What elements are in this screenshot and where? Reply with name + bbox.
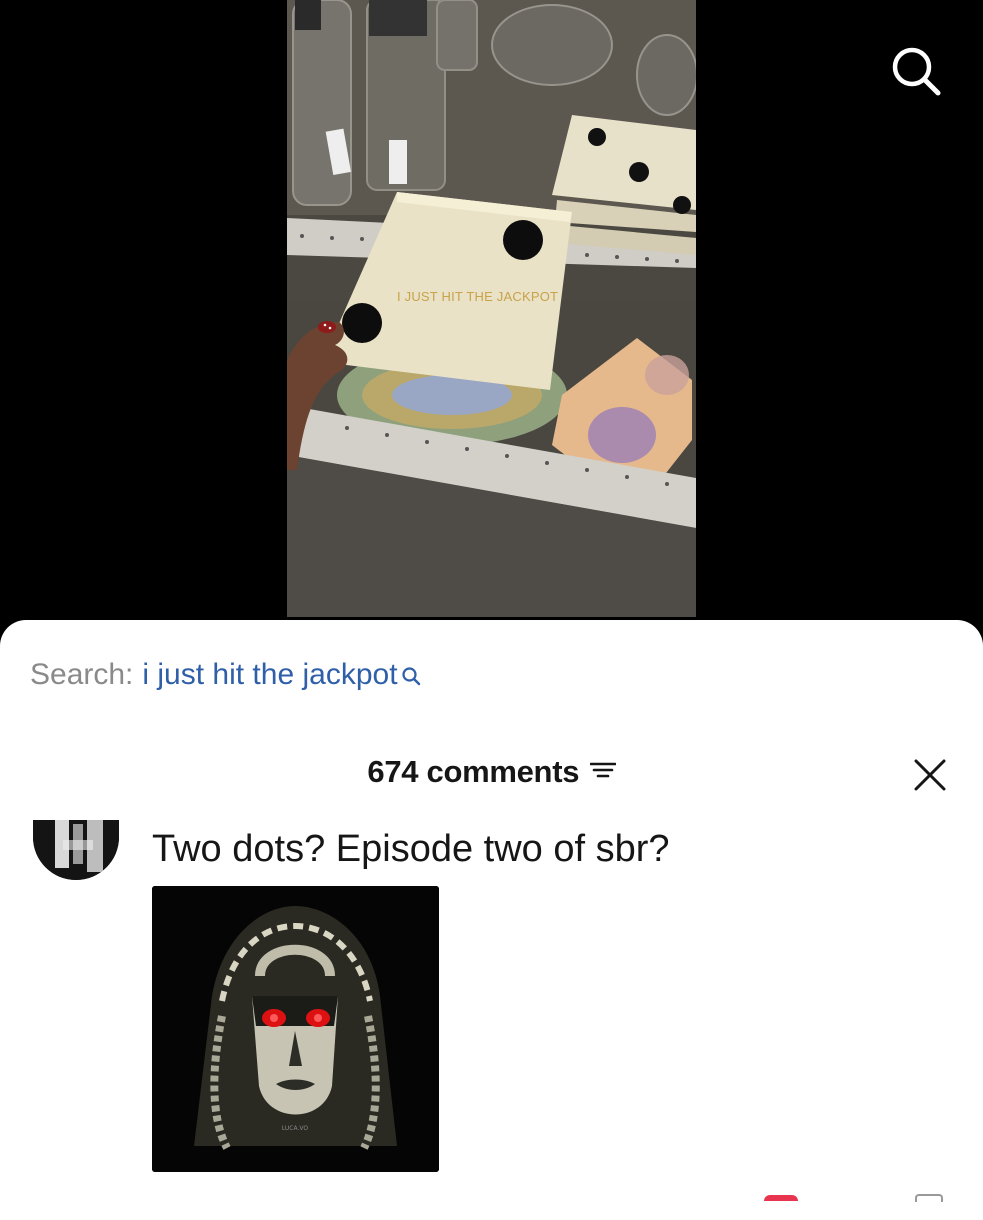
video-player[interactable]: I JUST HIT THE JACKPOT	[0, 0, 983, 640]
like-icon[interactable]	[764, 1195, 798, 1201]
search-icon[interactable]	[890, 45, 942, 97]
video-caption: I JUST HIT THE JACKPOT	[397, 289, 559, 304]
search-query-link[interactable]: i just hit the jackpot	[142, 658, 397, 692]
comments-header: 674 comments	[0, 754, 983, 794]
close-icon	[914, 759, 946, 791]
comment-image[interactable]: LUCA.VO	[152, 886, 439, 1172]
related-search[interactable]: Search: i just hit the jackpot	[30, 658, 421, 696]
video-frame[interactable]: I JUST HIT THE JACKPOT	[287, 0, 696, 617]
video-still	[287, 0, 696, 617]
search-small-icon	[401, 662, 421, 696]
comment-text: Two dots? Episode two of sbr?	[152, 828, 670, 870]
more-icon[interactable]	[915, 1194, 943, 1202]
image-watermark: LUCA.VO	[282, 1125, 309, 1132]
close-button[interactable]	[912, 757, 948, 793]
avatar[interactable]	[33, 820, 119, 880]
comments-count: 674 comments	[367, 754, 580, 789]
comments-sheet: Search: i just hit the jackpot 674 comme…	[0, 620, 983, 1220]
sort-icon[interactable]	[589, 759, 616, 786]
search-prefix-label: Search:	[30, 658, 134, 691]
